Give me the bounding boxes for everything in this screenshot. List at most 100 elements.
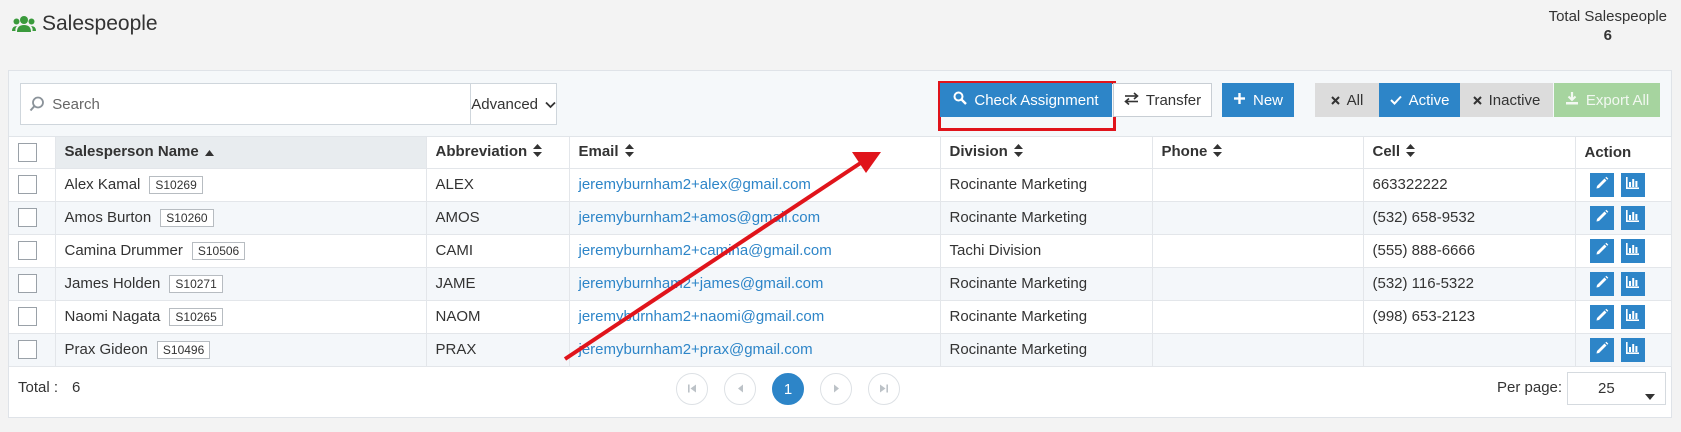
bar-chart-icon bbox=[1625, 308, 1640, 326]
sort-icon bbox=[1013, 144, 1023, 161]
cell-phone-cell: 663322222 bbox=[1363, 168, 1576, 202]
row-checkbox[interactable] bbox=[18, 274, 37, 293]
export-all-button[interactable]: Export All bbox=[1554, 83, 1660, 117]
salesperson-name[interactable]: Prax Gideon bbox=[65, 341, 148, 358]
salesperson-code-badge: S10271 bbox=[169, 274, 223, 293]
exchange-icon bbox=[1124, 91, 1139, 109]
column-header-phone[interactable]: Phone bbox=[1152, 137, 1364, 169]
email-link[interactable]: jeremyburnham2+amos@gmail.com bbox=[569, 201, 941, 235]
next-page-button[interactable] bbox=[820, 373, 852, 405]
first-page-button[interactable] bbox=[676, 373, 708, 405]
table-row[interactable]: James Holden S10271 JAME jeremyburnham2+jam… bbox=[9, 267, 1672, 301]
salesperson-name[interactable]: Amos Burton bbox=[65, 209, 152, 226]
filter-all-button[interactable]: All bbox=[1315, 83, 1379, 117]
edit-button[interactable] bbox=[1589, 205, 1614, 230]
column-header-email[interactable]: Email bbox=[569, 137, 941, 169]
column-header-label: Salesperson Name bbox=[64, 143, 199, 161]
check-icon bbox=[1389, 92, 1402, 109]
total-salespeople: Total Salespeople 6 bbox=[1549, 8, 1667, 44]
bar-chart-icon bbox=[1625, 176, 1640, 194]
pencil-icon bbox=[1595, 308, 1609, 326]
chevron-right-icon bbox=[833, 380, 840, 398]
users-icon bbox=[12, 15, 36, 33]
caret-down-icon bbox=[1645, 387, 1655, 404]
report-button[interactable] bbox=[1620, 271, 1645, 296]
salespeople-table: Salesperson Name Abbreviation Email Divi… bbox=[9, 137, 1672, 367]
column-header-name[interactable]: Salesperson Name bbox=[55, 137, 427, 169]
row-checkbox[interactable] bbox=[18, 340, 37, 359]
total-salespeople-label: Total Salespeople bbox=[1548, 8, 1667, 25]
salesperson-code-badge: S10260 bbox=[160, 208, 214, 227]
filter-inactive-button[interactable]: Inactive bbox=[1460, 83, 1553, 117]
check-assignment-button[interactable]: Check Assignment bbox=[940, 83, 1112, 117]
total-salespeople-value: 6 bbox=[1603, 27, 1612, 44]
row-checkbox[interactable] bbox=[18, 208, 37, 227]
row-checkbox[interactable] bbox=[18, 175, 37, 194]
sort-icon bbox=[1213, 144, 1223, 161]
pencil-icon bbox=[1595, 209, 1609, 227]
column-header-label: Email bbox=[578, 143, 619, 161]
bar-chart-icon bbox=[1625, 275, 1640, 293]
sort-icon bbox=[533, 144, 543, 161]
salesperson-name[interactable]: James Holden bbox=[65, 275, 161, 292]
report-button[interactable] bbox=[1620, 238, 1645, 263]
plus-icon bbox=[1233, 92, 1246, 109]
row-checkbox[interactable] bbox=[18, 307, 37, 326]
email-link[interactable]: jeremyburnham2+camina@gmail.com bbox=[569, 234, 941, 268]
email-link[interactable]: jeremyburnham2+james@gmail.com bbox=[569, 267, 941, 301]
filter-inactive-label: Inactive bbox=[1488, 91, 1541, 109]
filter-all-label: All bbox=[1346, 91, 1364, 109]
report-button[interactable] bbox=[1620, 172, 1645, 197]
salesperson-name[interactable]: Alex Kamal bbox=[65, 176, 141, 193]
table-footer: Total : 6 1 Per page: 25 bbox=[9, 361, 1671, 417]
edit-button[interactable] bbox=[1589, 304, 1614, 329]
last-page-button[interactable] bbox=[868, 373, 900, 405]
salesperson-name[interactable]: Naomi Nagata bbox=[65, 308, 161, 325]
search-group: Advanced bbox=[20, 83, 557, 125]
salesperson-name[interactable]: Camina Drummer bbox=[65, 242, 183, 259]
filter-active-button[interactable]: Active bbox=[1379, 83, 1460, 117]
row-select-cell bbox=[9, 267, 56, 301]
footer-total-label: Total : bbox=[18, 379, 59, 396]
email-link[interactable]: jeremyburnham2+naomi@gmail.com bbox=[569, 300, 941, 334]
page-number: 1 bbox=[783, 380, 793, 398]
column-header-cell[interactable]: Cell bbox=[1363, 137, 1576, 169]
table-row[interactable]: Naomi Nagata S10265 NAOM jeremyburnham2+nao… bbox=[9, 300, 1672, 334]
salesperson-name-cell: Naomi Nagata S10265 bbox=[55, 300, 427, 334]
email-link[interactable]: jeremyburnham2+alex@gmail.com bbox=[569, 168, 941, 202]
per-page-value: 25 bbox=[1598, 380, 1615, 397]
row-checkbox[interactable] bbox=[18, 241, 37, 260]
table-row[interactable]: Alex Kamal S10269 ALEX jeremyburnham2+alex@… bbox=[9, 168, 1672, 202]
select-all-checkbox[interactable] bbox=[18, 142, 37, 162]
report-button[interactable] bbox=[1620, 205, 1645, 230]
pencil-icon bbox=[1595, 275, 1609, 293]
advanced-button[interactable]: Advanced bbox=[470, 84, 556, 124]
transfer-button[interactable]: Transfer bbox=[1113, 83, 1212, 117]
search-input[interactable] bbox=[52, 84, 471, 124]
download-icon bbox=[1565, 91, 1579, 109]
edit-button[interactable] bbox=[1589, 238, 1614, 263]
new-button[interactable]: New bbox=[1222, 83, 1294, 117]
page-1-button[interactable]: 1 bbox=[772, 373, 804, 405]
report-button[interactable] bbox=[1620, 304, 1645, 329]
edit-button[interactable] bbox=[1589, 337, 1614, 362]
column-header-label: Abbreviation bbox=[435, 143, 528, 161]
phone-cell bbox=[1152, 267, 1364, 301]
edit-button[interactable] bbox=[1589, 271, 1614, 296]
salesperson-name-cell: James Holden S10271 bbox=[55, 267, 427, 301]
export-all-label: Export All bbox=[1585, 91, 1650, 109]
table-row[interactable]: Amos Burton S10260 AMOS jeremyburnham2+amos… bbox=[9, 201, 1672, 235]
table-row[interactable]: Camina Drummer S10506 CAMI jeremyburnham2+c… bbox=[9, 234, 1672, 268]
column-header-label: Phone bbox=[1161, 143, 1208, 161]
search-icon bbox=[953, 91, 968, 109]
column-header-abbreviation[interactable]: Abbreviation bbox=[426, 137, 570, 169]
column-header-division[interactable]: Division bbox=[940, 137, 1153, 169]
footer-total-value: 6 bbox=[72, 379, 81, 396]
toolbar: Advanced Check Assignment Transfer New bbox=[9, 71, 1671, 137]
per-page-select[interactable]: 25 bbox=[1567, 372, 1666, 405]
salesperson-code-badge: S10506 bbox=[191, 241, 246, 260]
report-button[interactable] bbox=[1620, 337, 1645, 362]
salesperson-name-cell: Camina Drummer S10506 bbox=[55, 234, 427, 268]
edit-button[interactable] bbox=[1589, 172, 1614, 197]
prev-page-button[interactable] bbox=[724, 373, 756, 405]
